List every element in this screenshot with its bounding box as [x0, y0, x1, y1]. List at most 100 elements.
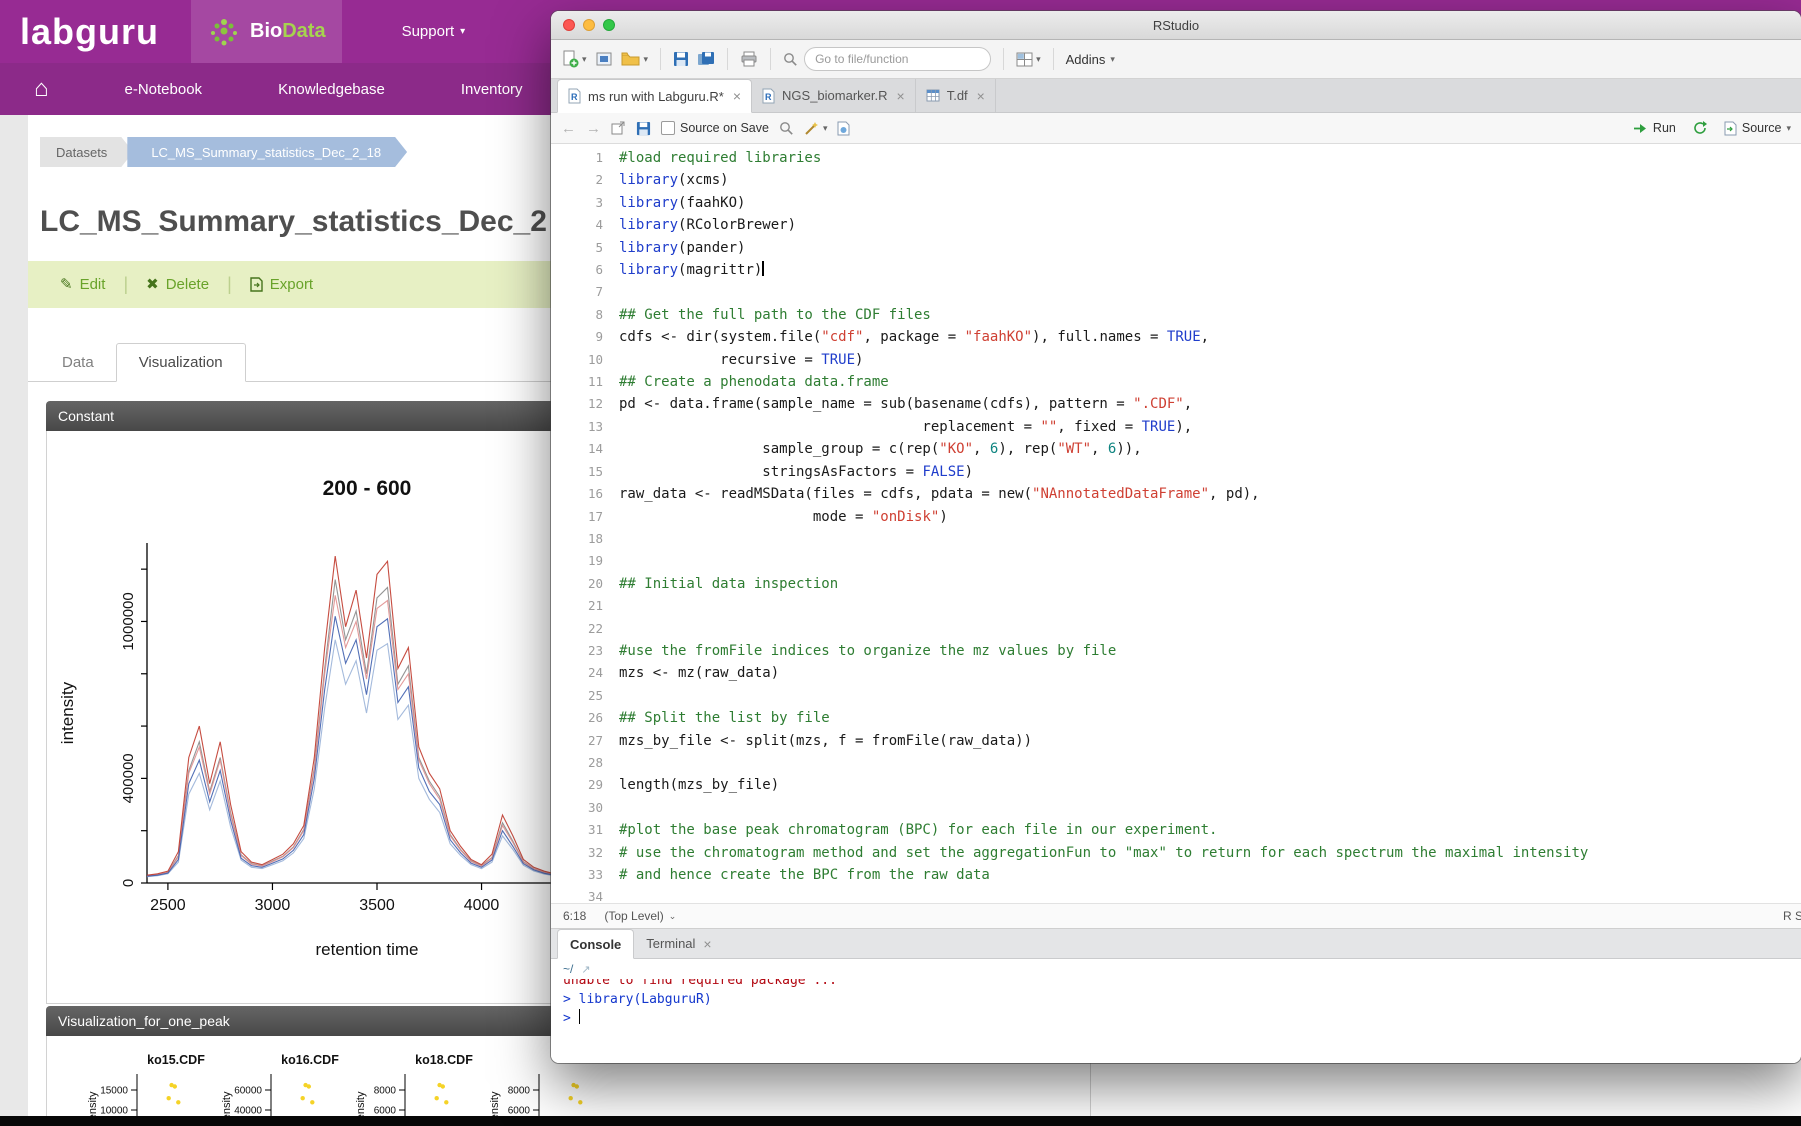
addins-menu[interactable]: Addins ▾ [1066, 52, 1115, 67]
save-button[interactable] [673, 51, 689, 67]
scope-selector[interactable]: (Top Level) ⌄ [604, 909, 676, 923]
console-output[interactable]: unable to find required package ...> lib… [551, 979, 1801, 1063]
code-line[interactable]: 23#use the fromFile indices to organize … [551, 640, 1801, 662]
code-line[interactable]: 17 mode = "onDisk") [551, 506, 1801, 528]
code-line[interactable]: 26## Split the list by file [551, 707, 1801, 729]
forward-icon[interactable]: → [586, 121, 601, 136]
code-line[interactable]: 28 [551, 752, 1801, 774]
close-window-button[interactable] [563, 19, 575, 31]
tab-terminal[interactable]: Terminal × [634, 929, 723, 958]
line-number: 31 [551, 819, 619, 841]
compile-report-icon[interactable] [837, 121, 850, 136]
source-on-save-toggle[interactable]: Source on Save [661, 121, 769, 135]
tab-data[interactable]: Data [40, 344, 116, 381]
code-line[interactable]: 20## Initial data inspection [551, 573, 1801, 595]
line-number: 30 [551, 797, 619, 819]
nav-item-e-notebook[interactable]: e-Notebook [125, 81, 203, 98]
code-editor[interactable]: 1#load required libraries2library(xcms)3… [551, 144, 1801, 903]
source-button[interactable]: Source ▾ [1724, 121, 1791, 136]
home-icon[interactable]: ⌂ [34, 77, 49, 101]
nav-item-inventory[interactable]: Inventory [461, 81, 523, 98]
code-line[interactable]: 8## Get the full path to the CDF files [551, 304, 1801, 326]
open-dir-icon[interactable]: ↗ [581, 963, 590, 976]
file-type-selector[interactable]: R Script [1783, 909, 1801, 923]
code-tools-button[interactable]: ▾ [804, 121, 828, 136]
line-number: 23 [551, 640, 619, 662]
code-line[interactable]: 29length(mzs_by_file) [551, 774, 1801, 796]
minimize-window-button[interactable] [583, 19, 595, 31]
code-line[interactable]: 14 sample_group = c(rep("KO", 6), rep("W… [551, 438, 1801, 460]
code-line[interactable]: 15 stringsAsFactors = FALSE) [551, 461, 1801, 483]
peak-chart-ko18.CDF: ko18.CDFIntensity800060004000 [355, 1042, 483, 1116]
biodata-emblem-icon [207, 15, 241, 49]
rstudio-titlebar[interactable]: RStudio [551, 11, 1801, 40]
code-line[interactable]: 30 [551, 797, 1801, 819]
code-line[interactable]: 9cdfs <- dir(system.file("cdf", package … [551, 326, 1801, 348]
breadcrumb-dataset-name[interactable]: LC_MS_Summary_statistics_Dec_2_18 [127, 137, 407, 167]
code-line[interactable]: 11## Create a phenodata data.frame [551, 371, 1801, 393]
back-icon[interactable]: ← [561, 121, 576, 136]
popout-icon[interactable] [611, 121, 626, 135]
macos-window-controls [563, 19, 615, 31]
save-floppy-icon[interactable] [636, 121, 651, 136]
save-all-button[interactable] [697, 51, 715, 67]
breadcrumb-datasets[interactable]: Datasets [40, 137, 133, 167]
code-line[interactable]: 22 [551, 618, 1801, 640]
code-line[interactable]: 24mzs <- mz(raw_data) [551, 662, 1801, 684]
divider: | [123, 274, 128, 295]
new-project-button[interactable] [595, 50, 613, 68]
open-file-button[interactable]: ▾ [621, 51, 649, 67]
goto-file-input[interactable] [804, 47, 991, 71]
code-line[interactable]: 4library(RColorBrewer) [551, 214, 1801, 236]
export-button[interactable]: Export [250, 276, 313, 293]
code-line[interactable]: 16raw_data <- readMSData(files = cdfs, p… [551, 483, 1801, 505]
new-file-button[interactable]: ▾ [561, 50, 587, 68]
code-line[interactable]: 21 [551, 595, 1801, 617]
code-line[interactable]: 10 recursive = TRUE) [551, 349, 1801, 371]
code-line[interactable]: 13 replacement = "", fixed = TRUE), [551, 416, 1801, 438]
zoom-window-button[interactable] [603, 19, 615, 31]
close-icon[interactable]: × [703, 936, 711, 952]
code-line[interactable]: 18 [551, 528, 1801, 550]
code-line[interactable]: 31#plot the base peak chromatogram (BPC)… [551, 819, 1801, 841]
print-button[interactable] [740, 51, 758, 67]
code-line[interactable]: 33# and hence create the BPC from the ra… [551, 864, 1801, 886]
workspace-panes-button[interactable]: ▾ [1016, 52, 1041, 67]
code-line[interactable]: 25 [551, 685, 1801, 707]
tab-visualization[interactable]: Visualization [116, 343, 246, 382]
checkbox-unchecked[interactable] [661, 121, 675, 135]
code-line[interactable]: 32# use the chromatogram method and set … [551, 842, 1801, 864]
code-line[interactable]: 2library(xcms) [551, 169, 1801, 191]
code-line[interactable]: 19 [551, 550, 1801, 572]
doc-tab-ngs-biomarker[interactable]: R NGS_biomarker.R × [752, 79, 916, 112]
code-line[interactable]: 3library(faahKO) [551, 192, 1801, 214]
line-number: 4 [551, 214, 619, 236]
doc-tab-ms-run[interactable]: R ms run with Labguru.R* × [557, 79, 752, 113]
edit-button[interactable]: ✎ Edit [60, 276, 105, 293]
code-line[interactable]: 5library(pander) [551, 237, 1801, 259]
code-line[interactable]: 1#load required libraries [551, 147, 1801, 169]
support-menu[interactable]: Support ▾ [402, 23, 466, 40]
console-prompt-line[interactable]: > [563, 1009, 1801, 1028]
labguru-logo[interactable]: labguru [20, 11, 159, 53]
tab-console[interactable]: Console [557, 929, 634, 959]
biodata-logo[interactable]: BioData [191, 0, 342, 63]
run-button[interactable]: Run [1633, 121, 1676, 135]
close-icon[interactable]: × [733, 88, 741, 104]
rerun-icon[interactable] [1692, 121, 1708, 135]
text-cursor [579, 1009, 581, 1024]
code-line[interactable]: 6library(magrittr) [551, 259, 1801, 281]
nav-item-knowledgebase[interactable]: Knowledgebase [278, 81, 385, 98]
line-number: 17 [551, 506, 619, 528]
close-icon[interactable]: × [897, 88, 905, 104]
svg-text:40000: 40000 [234, 1106, 262, 1117]
close-icon[interactable]: × [977, 88, 985, 104]
code-line[interactable]: 27mzs_by_file <- split(mzs, f = fromFile… [551, 730, 1801, 752]
delete-button[interactable]: ✖ Delete [146, 276, 209, 293]
code-line[interactable]: 7 [551, 281, 1801, 303]
find-icon[interactable] [779, 121, 794, 136]
doc-tab-t-df[interactable]: T.df × [916, 79, 996, 112]
line-number: 19 [551, 550, 619, 572]
code-line[interactable]: 34 [551, 886, 1801, 903]
code-line[interactable]: 12pd <- data.frame(sample_name = sub(bas… [551, 393, 1801, 415]
